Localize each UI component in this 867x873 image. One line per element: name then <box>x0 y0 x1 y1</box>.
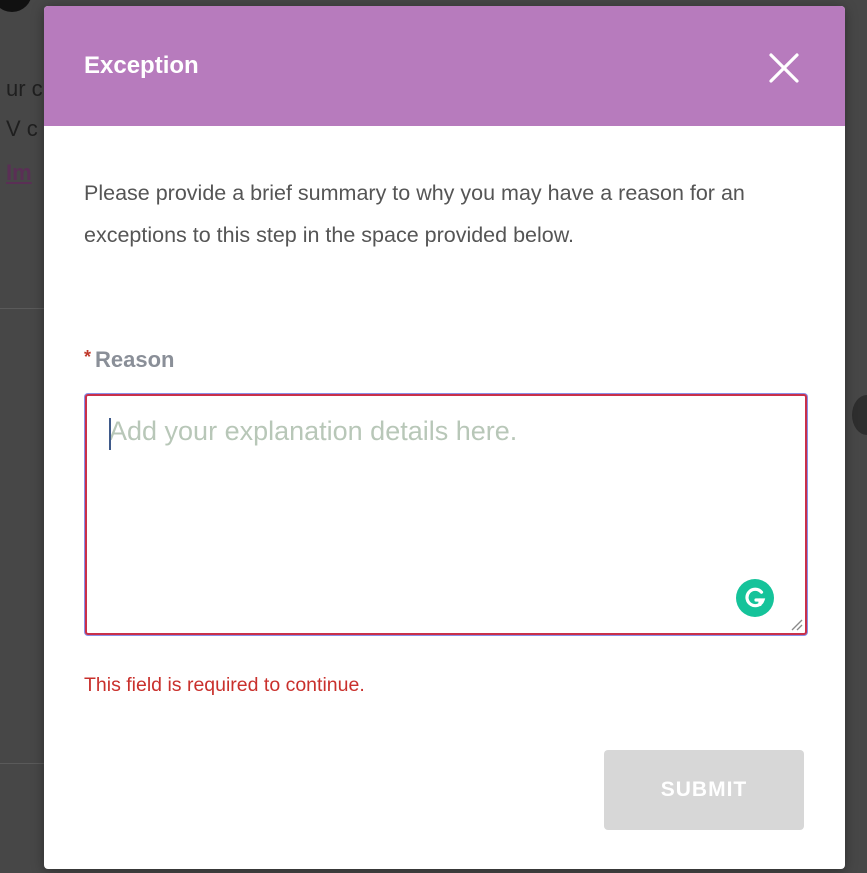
modal-title: Exception <box>84 52 199 79</box>
submit-button[interactable]: SUBMIT <box>604 750 804 830</box>
required-marker: * <box>84 347 92 367</box>
modal-description: Please provide a brief summary to why yo… <box>84 181 745 247</box>
background-link: Im <box>6 160 32 185</box>
reason-textarea[interactable] <box>87 396 805 633</box>
resize-handle-icon[interactable] <box>789 617 803 631</box>
exception-modal: Exception Please provide a brief summary… <box>44 6 845 869</box>
background-text: V c <box>6 116 38 141</box>
grammarly-icon[interactable] <box>735 578 775 618</box>
background-divider <box>0 308 45 309</box>
background-divider <box>0 763 45 764</box>
background-text: ur c <box>6 76 43 101</box>
background-shape <box>852 395 867 435</box>
reason-label: * Reason <box>84 342 175 375</box>
modal-header: Exception <box>44 6 845 126</box>
close-button[interactable] <box>766 50 802 86</box>
text-caret <box>109 418 111 450</box>
background-avatar <box>0 0 32 12</box>
reason-field-wrapper <box>85 394 807 635</box>
validation-error: This field is required to continue. <box>84 674 365 696</box>
reason-label-text: Reason <box>95 347 175 372</box>
close-icon <box>769 53 799 83</box>
